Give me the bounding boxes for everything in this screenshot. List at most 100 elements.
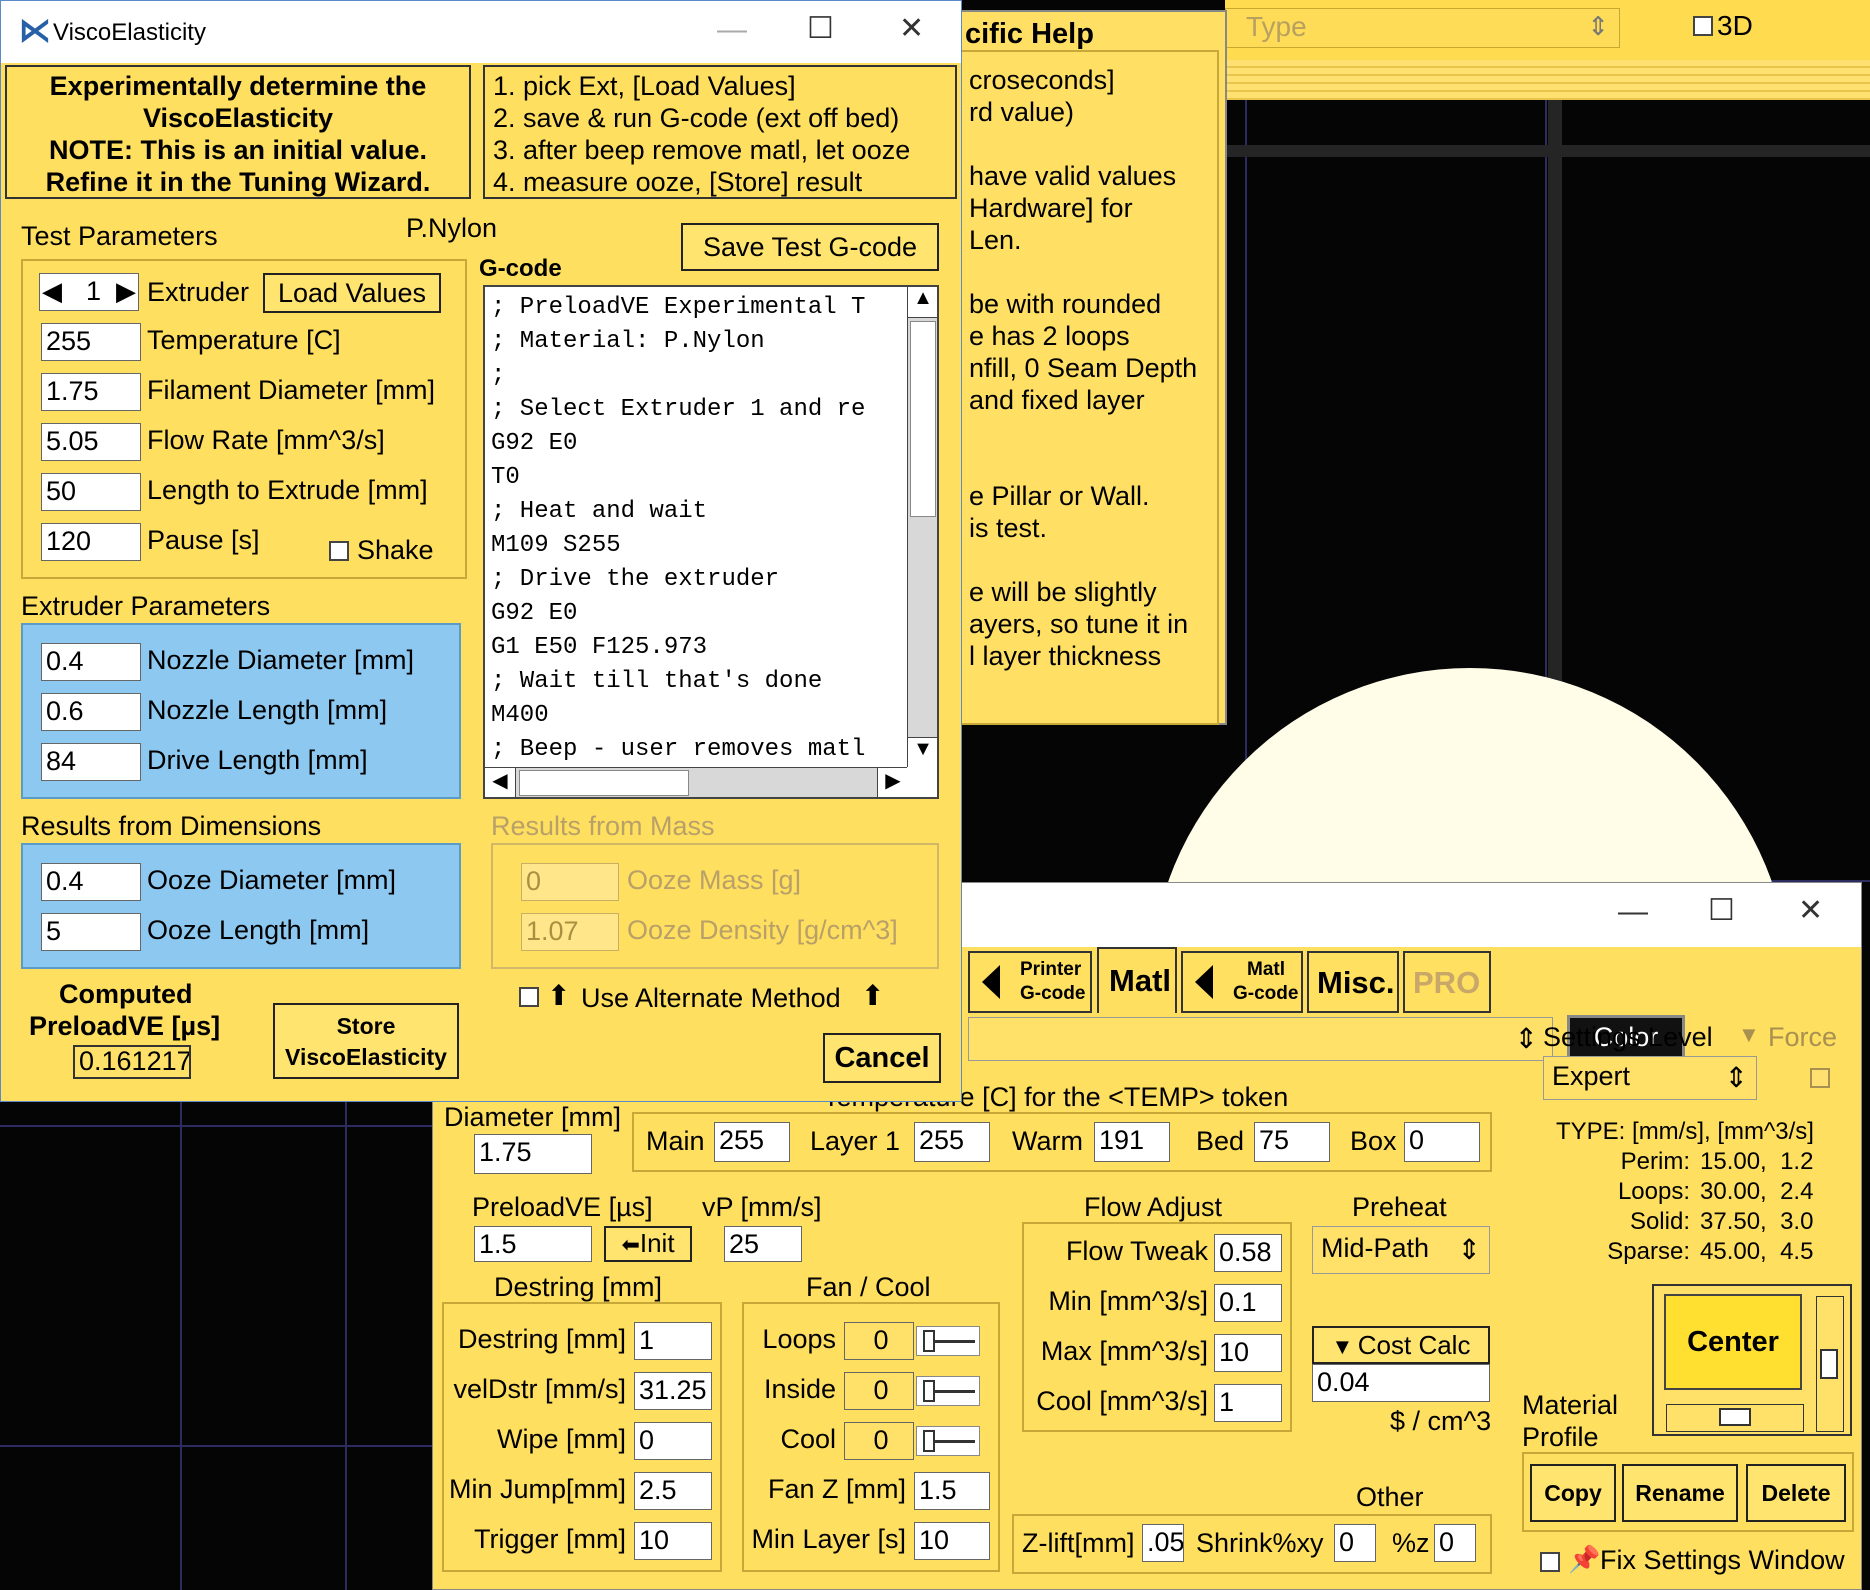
computed-label: Computed [59, 979, 193, 1009]
center-h-slider[interactable] [1666, 1404, 1804, 1432]
scroll-thumb[interactable] [519, 770, 689, 796]
wipe-label: Wipe [mm] [496, 1424, 626, 1454]
visco-dialog: ⋉ ViscoElasticity — ☐ ✕ Experimentally d… [0, 0, 962, 1102]
vp-input[interactable]: 25 [724, 1226, 802, 1262]
gcode-line: M400 [491, 702, 549, 729]
gcode-textarea[interactable]: ; PreloadVE Experimental T ; Material: P.… [483, 285, 939, 799]
cost-input[interactable]: 0.04 [1312, 1364, 1490, 1402]
type-dropdown[interactable]: Type ⇕ [1225, 8, 1620, 48]
force-checkbox[interactable] [1810, 1068, 1830, 1088]
shake-checkbox[interactable] [329, 541, 349, 561]
help-line [969, 544, 1197, 576]
tab-printer-gcode[interactable]: Printer G-code [968, 951, 1092, 1013]
checkbox-3d-label: 3D [1717, 10, 1753, 41]
nozzle-diameter-input[interactable]: 0.4 [41, 643, 141, 681]
shrink-input[interactable]: 0 [1334, 1524, 1376, 1562]
minimize-icon[interactable]: — [717, 13, 747, 47]
delete-button[interactable]: Delete [1746, 1464, 1846, 1522]
slider-thumb[interactable] [1820, 1349, 1838, 1379]
cancel-button[interactable]: Cancel [823, 1033, 941, 1083]
temp-layer1-input[interactable]: 255 [914, 1122, 990, 1162]
zlift-input[interactable]: .05 [1142, 1524, 1184, 1562]
preload-input[interactable]: 1.5 [474, 1226, 592, 1262]
pause-input[interactable]: 120 [41, 523, 141, 561]
scroll-down-icon[interactable]: ▼ [908, 737, 937, 768]
gcode-h-scrollbar[interactable]: ◀ ▶ [485, 767, 908, 797]
type-row: Perim: 15.00, 1.2 [1560, 1148, 1860, 1178]
ooze-density-input[interactable]: 1.07 [521, 913, 619, 951]
close-icon[interactable]: ✕ [1798, 893, 1823, 928]
gcode-line: ; Drive the extruder [491, 566, 780, 593]
veldstr-input[interactable]: 31.25 [634, 1372, 712, 1410]
spin-right-icon[interactable]: ▶ [116, 276, 136, 307]
gcode-line: ; Heat and wait [491, 498, 708, 525]
trigger-input[interactable]: 10 [634, 1522, 712, 1560]
visco-titlebar: ⋉ ViscoElasticity — ☐ ✕ [1, 1, 961, 63]
ooze-length-input[interactable]: 5 [41, 913, 141, 951]
pin-icon: 📌 [1568, 1544, 1601, 1574]
material-dropdown[interactable]: ⇕ [968, 1017, 1553, 1061]
cost-calc-button[interactable]: ▼ Cost Calc [1312, 1326, 1490, 1364]
length-input[interactable]: 50 [41, 473, 141, 511]
diameter-label: Diameter [mm] [444, 1102, 622, 1132]
fix-settings-checkbox[interactable] [1540, 1552, 1560, 1572]
copy-button[interactable]: Copy [1530, 1464, 1616, 1522]
center-button[interactable]: Center [1664, 1294, 1802, 1390]
flow-rate-input[interactable]: 5.05 [41, 423, 141, 461]
destring-input[interactable]: 1 [634, 1322, 712, 1360]
temp-main-input[interactable]: 255 [714, 1122, 790, 1162]
drive-length-input[interactable]: 84 [41, 743, 141, 781]
arrow-left-icon: ⬅ [621, 1232, 640, 1257]
close-icon[interactable]: ✕ [899, 11, 924, 46]
maximize-icon[interactable]: ☐ [1708, 893, 1735, 928]
rename-button[interactable]: Rename [1622, 1464, 1738, 1522]
ooze-diameter-input[interactable]: 0.4 [41, 863, 141, 901]
temperature-input[interactable]: 255 [41, 323, 141, 361]
tab-misc[interactable]: Misc. [1307, 951, 1399, 1013]
minjump-input[interactable]: 2.5 [634, 1472, 712, 1510]
save-gcode-button[interactable]: Save Test G-code [681, 223, 939, 271]
slider-thumb[interactable] [1719, 1408, 1751, 1426]
temp-bed-input[interactable]: 75 [1254, 1122, 1330, 1162]
nozzle-length-input[interactable]: 0.6 [41, 693, 141, 731]
preheat-dropdown[interactable]: Mid-Path ⇕ [1312, 1226, 1490, 1274]
settings-level-dropdown[interactable]: Expert ⇕ [1543, 1056, 1757, 1100]
help-line: have valid values [969, 161, 1177, 191]
fix-settings-label: Fix Settings Window [1600, 1545, 1845, 1575]
tab-matl[interactable]: Matl [1097, 947, 1177, 1013]
init-button[interactable]: ⬅Init [604, 1226, 692, 1262]
checkbox-3d[interactable] [1693, 16, 1713, 36]
load-values-button[interactable]: Load Values [263, 273, 441, 313]
arrow-up-icon: ⬆ [547, 980, 571, 1011]
temp-box-input[interactable]: 0 [1404, 1122, 1480, 1162]
scroll-thumb[interactable] [910, 321, 936, 517]
minimize-icon[interactable]: — [1618, 895, 1648, 929]
arrow-left-icon [1195, 965, 1213, 999]
gcode-line: ; Beep - user removes matl [491, 736, 866, 763]
grid-line [1225, 145, 1870, 157]
extruder-spinner[interactable]: ◀ 1 ▶ [39, 273, 139, 311]
wipe-input[interactable]: 0 [634, 1422, 712, 1460]
fan-group-label: Fan / Cool [806, 1272, 931, 1302]
help-line [969, 448, 1197, 480]
scroll-left-icon[interactable]: ◀ [485, 768, 516, 797]
tab-pro[interactable]: PRO [1403, 951, 1491, 1013]
tab-matl-gcode[interactable]: Matl G-code [1181, 951, 1303, 1013]
maximize-icon[interactable]: ☐ [807, 11, 834, 46]
arrow-up-icon: ⬆ [861, 980, 885, 1011]
gcode-v-scrollbar[interactable]: ▲ ▼ [907, 287, 937, 768]
temp-warm-input[interactable]: 191 [1094, 1122, 1170, 1162]
scroll-right-icon[interactable]: ▶ [877, 768, 908, 797]
filament-input[interactable]: 1.75 [41, 373, 141, 411]
scroll-up-icon[interactable]: ▲ [908, 287, 937, 318]
ooze-mass-input[interactable]: 0 [521, 863, 619, 901]
pz-input[interactable]: 0 [1434, 1524, 1476, 1562]
center-v-slider[interactable] [1816, 1296, 1844, 1432]
grid-line [0, 1125, 440, 1127]
type-row-label: Loops: [1617, 1178, 1690, 1205]
grid-line [180, 1100, 182, 1590]
diameter-input[interactable]: 1.75 [474, 1134, 592, 1174]
alt-method-checkbox[interactable] [519, 987, 539, 1007]
spin-left-icon[interactable]: ◀ [42, 276, 62, 307]
store-button[interactable]: Store ViscoElasticity [273, 1003, 459, 1079]
